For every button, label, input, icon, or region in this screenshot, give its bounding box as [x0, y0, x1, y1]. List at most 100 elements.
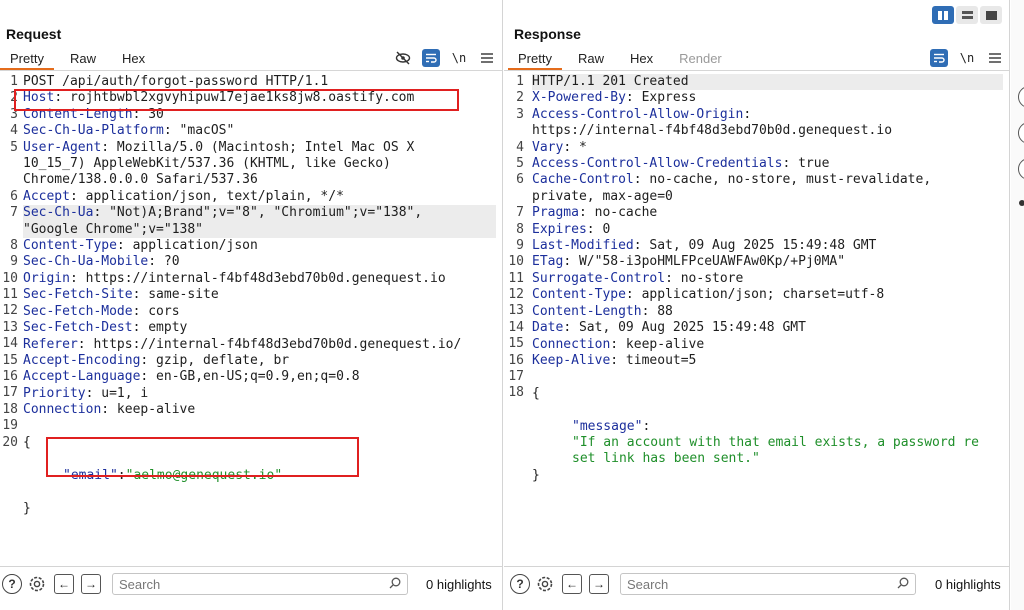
- single-pane-icon[interactable]: [980, 6, 1002, 24]
- code-line-continuation[interactable]: https://internal-f4bf48d3ebd70b0d.genequ…: [532, 123, 1003, 139]
- request-search-input[interactable]: [119, 574, 369, 594]
- code-line[interactable]: Cache-Control: no-cache, no-store, must-…: [532, 172, 1003, 188]
- code-line[interactable]: Content-Type: application/json: [23, 238, 496, 254]
- code-line[interactable]: Priority: u=1, i: [23, 386, 496, 402]
- code-line[interactable]: Pragma: no-cache: [532, 205, 1003, 221]
- code-line[interactable]: {: [532, 386, 1003, 402]
- code-line[interactable]: Sec-Ch-Ua: "Not)A;Brand";v="8", "Chromiu…: [23, 205, 496, 222]
- code-line[interactable]: [23, 419, 496, 435]
- code-line[interactable]: Origin: https://internal-f4bf48d3ebd70b0…: [23, 271, 496, 287]
- code-line[interactable]: Connection: keep-alive: [23, 402, 496, 418]
- header-value: cors: [140, 303, 180, 319]
- code-line[interactable]: Accept-Encoding: gzip, deflate, br: [23, 353, 496, 369]
- previous-arrow-icon[interactable]: ←: [54, 574, 74, 594]
- line-number-spacer: [506, 123, 526, 139]
- line-number: 12: [2, 303, 18, 319]
- code-line[interactable]: User-Agent: Mozilla/5.0 (Macintosh; Inte…: [23, 140, 496, 156]
- code-line[interactable]: Accept: application/json, text/plain, */…: [23, 189, 496, 205]
- side-panel-button-icon[interactable]: [1018, 158, 1024, 180]
- code-line[interactable]: X-Powered-By: Express: [532, 90, 1003, 106]
- header-value: Express: [633, 90, 697, 106]
- header-colon: :: [563, 320, 572, 336]
- code-line[interactable]: Sec-Ch-Ua-Mobile: ?0: [23, 254, 496, 270]
- next-arrow-icon[interactable]: →: [589, 574, 609, 594]
- response-tab-pretty[interactable]: Pretty: [508, 48, 562, 70]
- code-line[interactable]: Last-Modified: Sat, 09 Aug 2025 15:49:48…: [532, 238, 1003, 254]
- request-tab-pretty[interactable]: Pretty: [0, 48, 54, 70]
- code-line[interactable]: Date: Sat, 09 Aug 2025 15:49:48 GMT: [532, 320, 1003, 336]
- line-number: 15: [2, 352, 18, 368]
- code-line-continuation[interactable]: private, max-age=0: [532, 189, 1003, 205]
- help-icon[interactable]: ?: [2, 574, 22, 594]
- header-value: 88: [649, 303, 673, 319]
- header-colon: :: [610, 336, 619, 352]
- newline-toggle-button[interactable]: \n: [958, 49, 976, 67]
- line-number: 2: [516, 90, 524, 106]
- code-line[interactable]: POST /api/auth/forgot-password HTTP/1.1: [23, 74, 496, 90]
- response-tab-hex[interactable]: Hex: [620, 48, 663, 70]
- line-number: 16: [2, 369, 18, 385]
- code-line[interactable]: Accept-Language: en-GB,en-US;q=0.9,en;q=…: [23, 369, 496, 385]
- code-line[interactable]: Access-Control-Allow-Origin:: [532, 107, 1003, 123]
- word-wrap-icon[interactable]: [930, 49, 948, 67]
- header-value: u=1, i: [93, 385, 149, 401]
- code-line[interactable]: Sec-Fetch-Dest: empty: [23, 320, 496, 336]
- code-line-continuation[interactable]: "Google Chrome";v="138": [23, 221, 496, 239]
- header-colon: :: [563, 254, 572, 270]
- response-code[interactable]: HTTP/1.1 201 Created X-Powered-By: Expres…: [532, 74, 1003, 484]
- code-line-continuation[interactable]: 10_15_7) AppleWebKit/537.36 (KHTML, like…: [23, 156, 496, 172]
- code-line[interactable]: Expires: 0: [532, 222, 1003, 238]
- response-editor[interactable]: 1 2 3 4 5 6 7 8 9 10 11 12 13 14 15 16 17 18 HTTP/1.1 201…: [504, 72, 1009, 562]
- eye-slash-icon[interactable]: [394, 49, 412, 67]
- header-name: Cache-Control: [532, 172, 634, 188]
- header-name: Pragma: [532, 205, 579, 221]
- json-body-line[interactable]: "message":: [532, 419, 1003, 435]
- header-value: en-GB,en-US;q=0.9,en;q=0.8: [148, 369, 360, 385]
- word-wrap-icon[interactable]: [422, 49, 440, 67]
- header-value: "Not)A;Brand";v="8", "Chromium";v="138",: [101, 205, 423, 221]
- split-columns-icon[interactable]: [932, 6, 954, 24]
- gear-icon[interactable]: [535, 574, 555, 594]
- newline-toggle-button[interactable]: \n: [450, 49, 468, 67]
- header-colon: :: [163, 123, 172, 139]
- line-number: 20: [2, 434, 18, 450]
- code-line[interactable]: Surrogate-Control: no-store: [532, 271, 1003, 287]
- code-line[interactable]: Connection: keep-alive: [532, 337, 1003, 353]
- response-search-box[interactable]: [620, 573, 916, 595]
- menu-icon[interactable]: [478, 49, 496, 67]
- response-tab-raw[interactable]: Raw: [568, 48, 614, 70]
- previous-arrow-icon[interactable]: ←: [562, 574, 582, 594]
- json-close-brace: }: [23, 500, 31, 516]
- code-line[interactable]: Content-Type: application/json; charset=…: [532, 287, 1003, 303]
- line-number: 10: [508, 254, 524, 270]
- response-search-input[interactable]: [627, 574, 877, 594]
- help-icon[interactable]: ?: [510, 574, 530, 594]
- menu-icon[interactable]: [986, 49, 1004, 67]
- code-line[interactable]: Sec-Fetch-Mode: cors: [23, 304, 496, 320]
- code-line[interactable]: [532, 369, 1003, 385]
- response-title: Response: [514, 26, 581, 42]
- code-line[interactable]: Sec-Fetch-Site: same-site: [23, 287, 496, 303]
- line-number: 11: [2, 287, 18, 303]
- code-line[interactable]: Vary: *: [532, 140, 1003, 156]
- code-line[interactable]: Referer: https://internal-f4bf48d3ebd70b…: [23, 337, 496, 353]
- code-line[interactable]: Access-Control-Allow-Credentials: true: [532, 156, 1003, 172]
- code-line-continuation[interactable]: Chrome/138.0.0.0 Safari/537.36: [23, 172, 496, 188]
- request-search-box[interactable]: [112, 573, 408, 595]
- response-tab-render[interactable]: Render: [669, 48, 732, 70]
- code-line[interactable]: HTTP/1.1 201 Created: [532, 74, 1003, 91]
- side-panel-button-icon[interactable]: [1018, 86, 1024, 108]
- request-tab-hex[interactable]: Hex: [112, 48, 155, 70]
- request-editor[interactable]: 1 2 3 4 5 6 7 8 9 10 11 12 13 14 15 16 17 18 19 20 POST /ap…: [0, 72, 502, 562]
- code-line[interactable]: Sec-Ch-Ua-Platform: "macOS": [23, 123, 496, 139]
- next-arrow-icon[interactable]: →: [81, 574, 101, 594]
- split-rows-icon[interactable]: [956, 6, 978, 24]
- side-panel-button-icon[interactable]: [1018, 122, 1024, 144]
- code-line[interactable]: ETag: W/"58-i3poHMLFPceUAWFAw0Kp/+Pj0MA": [532, 254, 1003, 270]
- code-line[interactable]: Keep-Alive: timeout=5: [532, 353, 1003, 369]
- request-tab-raw[interactable]: Raw: [60, 48, 106, 70]
- code-line[interactable]: Content-Length: 88: [532, 304, 1003, 320]
- header-name: Connection: [23, 402, 102, 418]
- gear-icon[interactable]: [27, 574, 47, 594]
- side-panel-dot-icon[interactable]: [1019, 200, 1024, 206]
